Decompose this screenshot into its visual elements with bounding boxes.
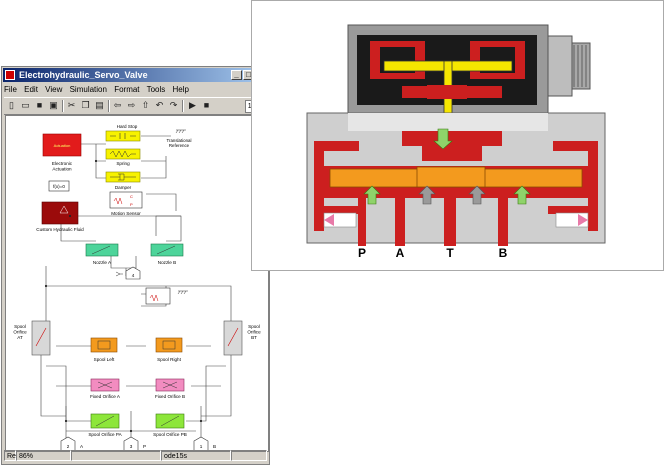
copy-icon[interactable]: ❐ [80,100,91,111]
port-4-label: 4 [132,273,135,278]
port-a-number: 2 [67,444,70,449]
port-a-label: A [80,444,84,449]
paste-icon[interactable]: ▤ [94,100,105,111]
spool-left-block[interactable] [90,337,118,353]
spool-orifice-bt-block[interactable] [223,320,243,356]
menu-edit[interactable]: Edit [24,85,38,94]
cut-icon[interactable]: ✂ [66,100,77,111]
status-ready: Re [4,450,16,461]
status-spacer [71,450,161,461]
port-a-diagram-label: A [396,246,405,260]
title-bar[interactable]: Electrohydraulic_Servo_Valve _ □ × [3,68,268,82]
open-icon[interactable]: ▭ [20,100,31,111]
nozzle-b-label: Nozzle B [158,260,176,265]
status-resize-grip[interactable] [231,450,267,461]
spool-left-label: Spool Left [94,357,115,362]
spool-right-label: Spool Right [157,357,181,362]
spool-sensor-block[interactable] [145,287,171,305]
spool-orifice-at-block[interactable] [31,320,51,356]
hard-stop-label: Hard Stop [117,124,138,129]
port-a-channel [395,198,405,246]
nozzle-a-label: Nozzle A [93,260,112,265]
play-icon[interactable]: ▶ [187,100,198,111]
menu-bar: File Edit View Simulation Format Tools H… [4,83,267,96]
minimize-button[interactable]: _ [231,70,242,80]
spool-reference-icon [177,290,188,295]
valve-cutaway-diagram: P A T B [306,24,606,260]
window-title: Electrohydraulic_Servo_Valve [19,70,148,80]
toolbar-separator [182,100,184,112]
port-p-diagram-label: P [358,246,366,260]
app-icon [5,70,15,80]
port-p-number: 3 [130,444,133,449]
svg-text:C: C [130,194,133,199]
toolbar-separator [108,100,110,112]
electronic-actuation-inner-label: Actuation [54,143,71,148]
motion-sensor-label: Motion Sensor [111,211,141,216]
new-icon[interactable]: ▯ [6,100,17,111]
save-icon[interactable]: ■ [34,100,45,111]
spring-label: Spring [116,161,130,166]
up-icon[interactable]: ⇧ [140,100,151,111]
spool-right-block[interactable] [155,337,183,353]
forward-icon[interactable]: ⇨ [126,100,137,111]
model-window: Electrohydraulic_Servo_Valve _ □ × File … [1,66,270,465]
port-p-channel [358,198,366,246]
electronic-actuation-label: Electronic Actuation [52,161,73,172]
fixed-orifice-b-label: Fixed Orifice B [155,394,185,399]
port-p-label: P [143,444,146,449]
custom-hydraulic-fluid-label: Custom Hydraulic Fluid [36,227,84,232]
svg-text:P: P [130,202,133,207]
model-canvas[interactable]: Actuation Electronic Actuation Hard Stop … [5,115,269,452]
back-icon[interactable]: ⇦ [112,100,123,111]
menu-format[interactable]: Format [114,85,139,94]
status-bar: Re 86% ode15s [4,450,267,462]
solver-configuration-label: f(x)=0 [53,184,65,189]
fixed-orifice-a-label: Fixed Orifice A [90,394,121,399]
menu-simulation[interactable]: Simulation [70,85,107,94]
port-t-channel [444,198,456,246]
translational-reference-label: Translational Reference [167,138,192,148]
spool-orifice-at-label: Spool Orifice AT [13,324,27,340]
nozzle-b-block[interactable] [150,243,184,257]
port-b-label: B [213,444,216,449]
print-icon[interactable]: ▣ [48,100,59,111]
menu-tools[interactable]: Tools [147,85,166,94]
menu-file[interactable]: File [4,85,17,94]
redo-icon[interactable]: ↷ [168,100,179,111]
menu-view[interactable]: View [45,85,62,94]
status-zoom: 86% [16,450,71,461]
port-b-number: 1 [200,444,203,449]
damper-label: Damper [115,185,132,190]
stop-icon[interactable]: ■ [201,100,212,111]
toolbar: ▯ ▭ ■ ▣ ✂ ❐ ▤ ⇦ ⇨ ⇧ ↶ ↷ ▶ ■ 10.0 [4,97,267,115]
toolbar-separator [62,100,64,112]
port-t-diagram-label: T [446,246,454,260]
port-b-diagram-label: B [499,246,508,260]
reference-ground-icon [175,129,186,134]
servo-valve-illustration: P A T B [251,0,664,271]
signal-lines [40,135,232,451]
port-b-channel [498,198,508,246]
spool-orifice-bt-label: Spool Orifice BT [247,324,261,340]
menu-help[interactable]: Help [173,85,189,94]
undo-icon[interactable]: ↶ [154,100,165,111]
block-diagram: Actuation Electronic Actuation Hard Stop … [13,124,261,451]
spool-orifice-pb-label: Spool Orifice PB [153,432,187,437]
spool-orifice-pa-label: Spool Orifice PA [88,432,122,437]
nozzle-a-block[interactable] [85,243,119,257]
status-solver: ode15s [161,450,231,461]
